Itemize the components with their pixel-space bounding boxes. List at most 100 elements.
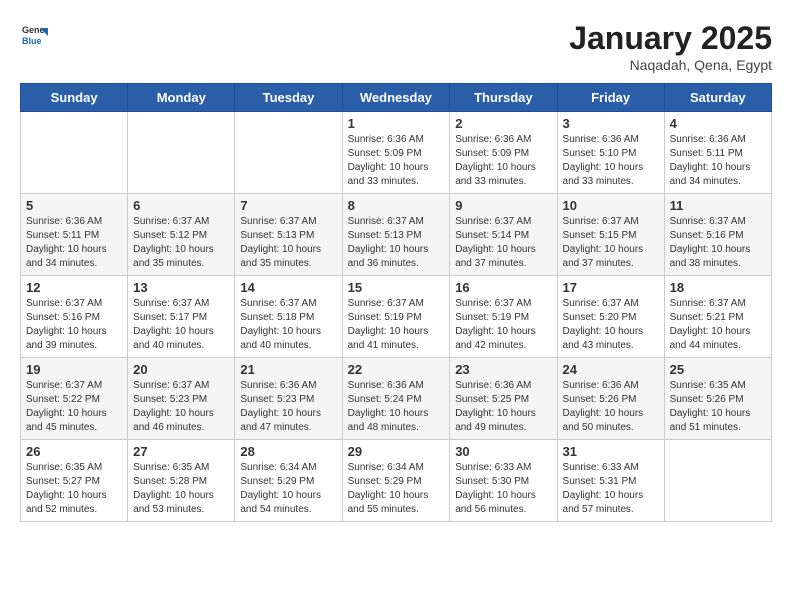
day-of-week-header: Thursday — [450, 84, 557, 112]
day-info: Sunrise: 6:36 AM Sunset: 5:11 PM Dayligh… — [670, 133, 766, 189]
calendar-cell: 28 Sunrise: 6:34 AM Sunset: 5:29 PM Dayli… — [235, 440, 342, 522]
calendar-cell: 30 Sunrise: 6:33 AM Sunset: 5:30 PM Dayli… — [450, 440, 557, 522]
day-info: Sunrise: 6:37 AM Sunset: 5:23 PM Dayligh… — [133, 379, 229, 435]
day-number: 29 — [348, 444, 445, 459]
page-header: General Blue January 2025 Naqadah, Qena,… — [20, 20, 772, 73]
day-info: Sunrise: 6:37 AM Sunset: 5:14 PM Dayligh… — [455, 215, 551, 271]
day-number: 22 — [348, 362, 445, 377]
day-number: 1 — [348, 116, 445, 131]
day-info: Sunrise: 6:37 AM Sunset: 5:15 PM Dayligh… — [563, 215, 659, 271]
day-number: 15 — [348, 280, 445, 295]
calendar-cell: 14 Sunrise: 6:37 AM Sunset: 5:18 PM Dayli… — [235, 276, 342, 358]
day-number: 8 — [348, 198, 445, 213]
calendar-cell: 11Sunrise: 6:37 AM Sunset: 5:16 PM Dayli… — [664, 194, 771, 276]
day-info: Sunrise: 6:37 AM Sunset: 5:17 PM Dayligh… — [133, 297, 229, 353]
day-info: Sunrise: 6:37 AM Sunset: 5:13 PM Dayligh… — [240, 215, 336, 271]
day-of-week-header: Wednesday — [342, 84, 450, 112]
calendar-cell: 7 Sunrise: 6:37 AM Sunset: 5:13 PM Daylig… — [235, 194, 342, 276]
day-number: 12 — [26, 280, 122, 295]
logo-icon: General Blue — [20, 20, 48, 48]
calendar-cell: 29 Sunrise: 6:34 AM Sunset: 5:29 PM Dayli… — [342, 440, 450, 522]
day-info: Sunrise: 6:36 AM Sunset: 5:09 PM Dayligh… — [455, 133, 551, 189]
title-area: January 2025 Naqadah, Qena, Egypt — [569, 20, 772, 73]
day-of-week-header: Friday — [557, 84, 664, 112]
calendar-cell: 8 Sunrise: 6:37 AM Sunset: 5:13 PM Daylig… — [342, 194, 450, 276]
day-number: 4 — [670, 116, 766, 131]
day-number: 16 — [455, 280, 551, 295]
day-info: Sunrise: 6:35 AM Sunset: 5:28 PM Dayligh… — [133, 461, 229, 517]
calendar-cell: 17 Sunrise: 6:37 AM Sunset: 5:20 PM Dayli… — [557, 276, 664, 358]
calendar-week-row: 19 Sunrise: 6:37 AM Sunset: 5:22 PM Dayli… — [21, 358, 772, 440]
day-number: 28 — [240, 444, 336, 459]
day-number: 9 — [455, 198, 551, 213]
svg-text:Blue: Blue — [22, 36, 42, 46]
calendar-cell: 16 Sunrise: 6:37 AM Sunset: 5:19 PM Dayli… — [450, 276, 557, 358]
calendar-cell: 20 Sunrise: 6:37 AM Sunset: 5:23 PM Dayli… — [128, 358, 235, 440]
day-of-week-header: Monday — [128, 84, 235, 112]
day-info: Sunrise: 6:37 AM Sunset: 5:13 PM Dayligh… — [348, 215, 445, 271]
calendar-cell: 15 Sunrise: 6:37 AM Sunset: 5:19 PM Dayli… — [342, 276, 450, 358]
day-number: 24 — [563, 362, 659, 377]
calendar-cell: 19 Sunrise: 6:37 AM Sunset: 5:22 PM Dayli… — [21, 358, 128, 440]
day-number: 30 — [455, 444, 551, 459]
calendar-cell: 6Sunrise: 6:37 AM Sunset: 5:12 PM Daylig… — [128, 194, 235, 276]
calendar-week-row: 5Sunrise: 6:36 AM Sunset: 5:11 PM Daylig… — [21, 194, 772, 276]
day-number: 3 — [563, 116, 659, 131]
calendar-week-row: 26Sunrise: 6:35 AM Sunset: 5:27 PM Dayli… — [21, 440, 772, 522]
day-number: 17 — [563, 280, 659, 295]
calendar-week-row: 12 Sunrise: 6:37 AM Sunset: 5:16 PM Dayli… — [21, 276, 772, 358]
calendar-cell: 10 Sunrise: 6:37 AM Sunset: 5:15 PM Dayli… — [557, 194, 664, 276]
day-info: Sunrise: 6:33 AM Sunset: 5:31 PM Dayligh… — [563, 461, 659, 517]
calendar-cell: 9 Sunrise: 6:37 AM Sunset: 5:14 PM Daylig… — [450, 194, 557, 276]
day-number: 23 — [455, 362, 551, 377]
day-info: Sunrise: 6:35 AM Sunset: 5:26 PM Dayligh… — [670, 379, 766, 435]
calendar-cell: 2 Sunrise: 6:36 AM Sunset: 5:09 PM Daylig… — [450, 112, 557, 194]
calendar-header-row: SundayMondayTuesdayWednesdayThursdayFrid… — [21, 84, 772, 112]
location-subtitle: Naqadah, Qena, Egypt — [569, 57, 772, 73]
day-info: Sunrise: 6:37 AM Sunset: 5:21 PM Dayligh… — [670, 297, 766, 353]
calendar-body: 1 Sunrise: 6:36 AM Sunset: 5:09 PM Daylig… — [21, 112, 772, 522]
day-info: Sunrise: 6:34 AM Sunset: 5:29 PM Dayligh… — [240, 461, 336, 517]
day-info: Sunrise: 6:34 AM Sunset: 5:29 PM Dayligh… — [348, 461, 445, 517]
day-number: 2 — [455, 116, 551, 131]
day-number: 21 — [240, 362, 336, 377]
day-info: Sunrise: 6:36 AM Sunset: 5:26 PM Dayligh… — [563, 379, 659, 435]
day-number: 20 — [133, 362, 229, 377]
day-info: Sunrise: 6:37 AM Sunset: 5:22 PM Dayligh… — [26, 379, 122, 435]
calendar-cell: 4 Sunrise: 6:36 AM Sunset: 5:11 PM Daylig… — [664, 112, 771, 194]
calendar-cell — [128, 112, 235, 194]
calendar-cell: 25 Sunrise: 6:35 AM Sunset: 5:26 PM Dayli… — [664, 358, 771, 440]
day-number: 10 — [563, 198, 659, 213]
day-info: Sunrise: 6:33 AM Sunset: 5:30 PM Dayligh… — [455, 461, 551, 517]
day-number: 14 — [240, 280, 336, 295]
day-number: 25 — [670, 362, 766, 377]
day-of-week-header: Tuesday — [235, 84, 342, 112]
calendar-cell: 22 Sunrise: 6:36 AM Sunset: 5:24 PM Dayli… — [342, 358, 450, 440]
day-number: 27 — [133, 444, 229, 459]
day-number: 13 — [133, 280, 229, 295]
day-info: Sunrise: 6:37 AM Sunset: 5:16 PM Dayligh… — [670, 215, 766, 271]
day-info: Sunrise: 6:36 AM Sunset: 5:09 PM Dayligh… — [348, 133, 445, 189]
calendar-week-row: 1 Sunrise: 6:36 AM Sunset: 5:09 PM Daylig… — [21, 112, 772, 194]
calendar-cell: 26Sunrise: 6:35 AM Sunset: 5:27 PM Dayli… — [21, 440, 128, 522]
calendar-cell — [21, 112, 128, 194]
calendar-cell — [664, 440, 771, 522]
day-info: Sunrise: 6:37 AM Sunset: 5:19 PM Dayligh… — [348, 297, 445, 353]
day-info: Sunrise: 6:37 AM Sunset: 5:20 PM Dayligh… — [563, 297, 659, 353]
calendar-cell: 27 Sunrise: 6:35 AM Sunset: 5:28 PM Dayli… — [128, 440, 235, 522]
day-info: Sunrise: 6:37 AM Sunset: 5:18 PM Dayligh… — [240, 297, 336, 353]
day-info: Sunrise: 6:36 AM Sunset: 5:25 PM Dayligh… — [455, 379, 551, 435]
day-number: 7 — [240, 198, 336, 213]
day-info: Sunrise: 6:36 AM Sunset: 5:24 PM Dayligh… — [348, 379, 445, 435]
day-info: Sunrise: 6:36 AM Sunset: 5:11 PM Dayligh… — [26, 215, 122, 271]
calendar-cell: 5Sunrise: 6:36 AM Sunset: 5:11 PM Daylig… — [21, 194, 128, 276]
day-info: Sunrise: 6:37 AM Sunset: 5:19 PM Dayligh… — [455, 297, 551, 353]
day-info: Sunrise: 6:36 AM Sunset: 5:23 PM Dayligh… — [240, 379, 336, 435]
day-info: Sunrise: 6:37 AM Sunset: 5:16 PM Dayligh… — [26, 297, 122, 353]
calendar-cell: 13 Sunrise: 6:37 AM Sunset: 5:17 PM Dayli… — [128, 276, 235, 358]
day-number: 19 — [26, 362, 122, 377]
calendar-cell: 1 Sunrise: 6:36 AM Sunset: 5:09 PM Daylig… — [342, 112, 450, 194]
day-number: 6 — [133, 198, 229, 213]
day-number: 18 — [670, 280, 766, 295]
calendar-cell — [235, 112, 342, 194]
